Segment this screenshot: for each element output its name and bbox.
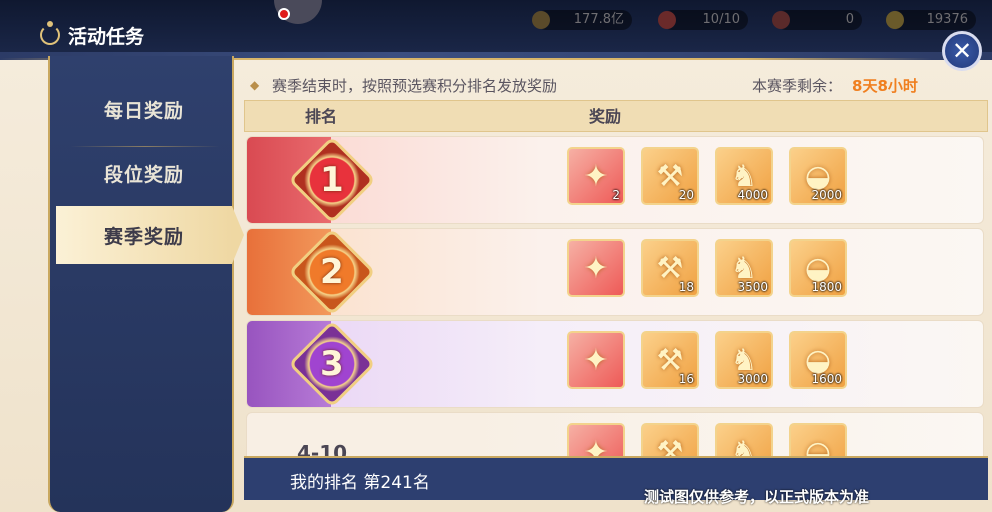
coin-icon xyxy=(532,11,550,29)
panel-title: 活动任务 xyxy=(40,20,260,50)
resource-gold: 177.8亿 xyxy=(532,10,632,30)
ingot-icon xyxy=(886,11,904,29)
rank-label: 4-10 xyxy=(297,441,348,456)
sidebar: 每日奖励 段位奖励 赛季奖励 xyxy=(48,56,244,512)
avatar[interactable] xyxy=(274,0,322,24)
reward-item[interactable]: ◒ 2000 xyxy=(789,147,847,205)
gold-ingot-icon: ◒ xyxy=(804,434,832,457)
sidebar-item-season[interactable]: 赛季奖励 xyxy=(56,206,244,264)
close-button[interactable]: ✕ xyxy=(942,31,982,71)
reward-item[interactable]: ✦ xyxy=(567,331,625,389)
scepter-icon: ✦ xyxy=(583,434,609,457)
table-row: 3 ✦ ⚒ 16 ♞ 3000 ◒ 1600 xyxy=(246,320,984,408)
resource-gem: 0 xyxy=(772,10,862,30)
reward-item[interactable]: ◒ 1800 xyxy=(789,239,847,297)
resource-ingot: 19376 xyxy=(886,10,976,30)
reward-item[interactable]: ⚒ xyxy=(641,423,699,456)
table-header: 排名 奖励 xyxy=(244,100,988,132)
scepter-icon: ✦ xyxy=(583,250,609,286)
hammer-icon: ⚒ xyxy=(656,434,684,457)
reward-item[interactable]: ◒ xyxy=(789,423,847,456)
diamond-bullet-icon: ◆ xyxy=(250,78,260,92)
season-remaining: 本赛季剩余： 8天8小时 xyxy=(752,76,918,95)
reward-item[interactable]: ♞ 4000 xyxy=(715,147,773,205)
scepter-icon: ✦ xyxy=(583,342,609,378)
close-icon: ✕ xyxy=(951,37,973,65)
reward-item[interactable]: ♞ xyxy=(715,423,773,456)
reward-item[interactable]: ⚒ 20 xyxy=(641,147,699,205)
moon-icon xyxy=(40,21,60,45)
reward-list[interactable]: 1 ✦ 2 ⚒ 20 ♞ 4000 ◒ 2000 2 ✦ ⚒ 18 ♞ 3500 ◒ 1800… xyxy=(244,134,988,456)
gem-icon xyxy=(772,11,790,29)
resource-stamina: 10/10 xyxy=(658,10,748,30)
table-row: 1 ✦ 2 ⚒ 20 ♞ 4000 ◒ 2000 xyxy=(246,136,984,224)
table-row: 2 ✦ ⚒ 18 ♞ 3500 ◒ 1800 xyxy=(246,228,984,316)
reward-item[interactable]: ◒ 1600 xyxy=(789,331,847,389)
reward-item[interactable]: ♞ 3000 xyxy=(715,331,773,389)
my-rank-bar: 我的排名 第241名 测试图仅供参考，以正式版本为准 xyxy=(244,456,988,506)
notification-dot xyxy=(278,8,290,20)
reward-item[interactable]: ✦ xyxy=(567,239,625,297)
reward-item[interactable]: ♞ 3500 xyxy=(715,239,773,297)
table-row: 4-10 ✦ ⚒ ♞ ◒ xyxy=(246,412,984,456)
reward-item[interactable]: ✦ xyxy=(567,423,625,456)
test-watermark: 测试图仅供参考，以正式版本为准 xyxy=(644,488,870,506)
reward-item[interactable]: ✦ 2 xyxy=(567,147,625,205)
stamina-icon xyxy=(658,11,676,29)
sidebar-item-tier[interactable]: 段位奖励 xyxy=(56,144,232,202)
reward-item[interactable]: ⚒ 16 xyxy=(641,331,699,389)
sidebar-item-daily[interactable]: 每日奖励 xyxy=(56,80,232,138)
reward-item[interactable]: ⚒ 18 xyxy=(641,239,699,297)
dragon-icon: ♞ xyxy=(730,434,758,457)
